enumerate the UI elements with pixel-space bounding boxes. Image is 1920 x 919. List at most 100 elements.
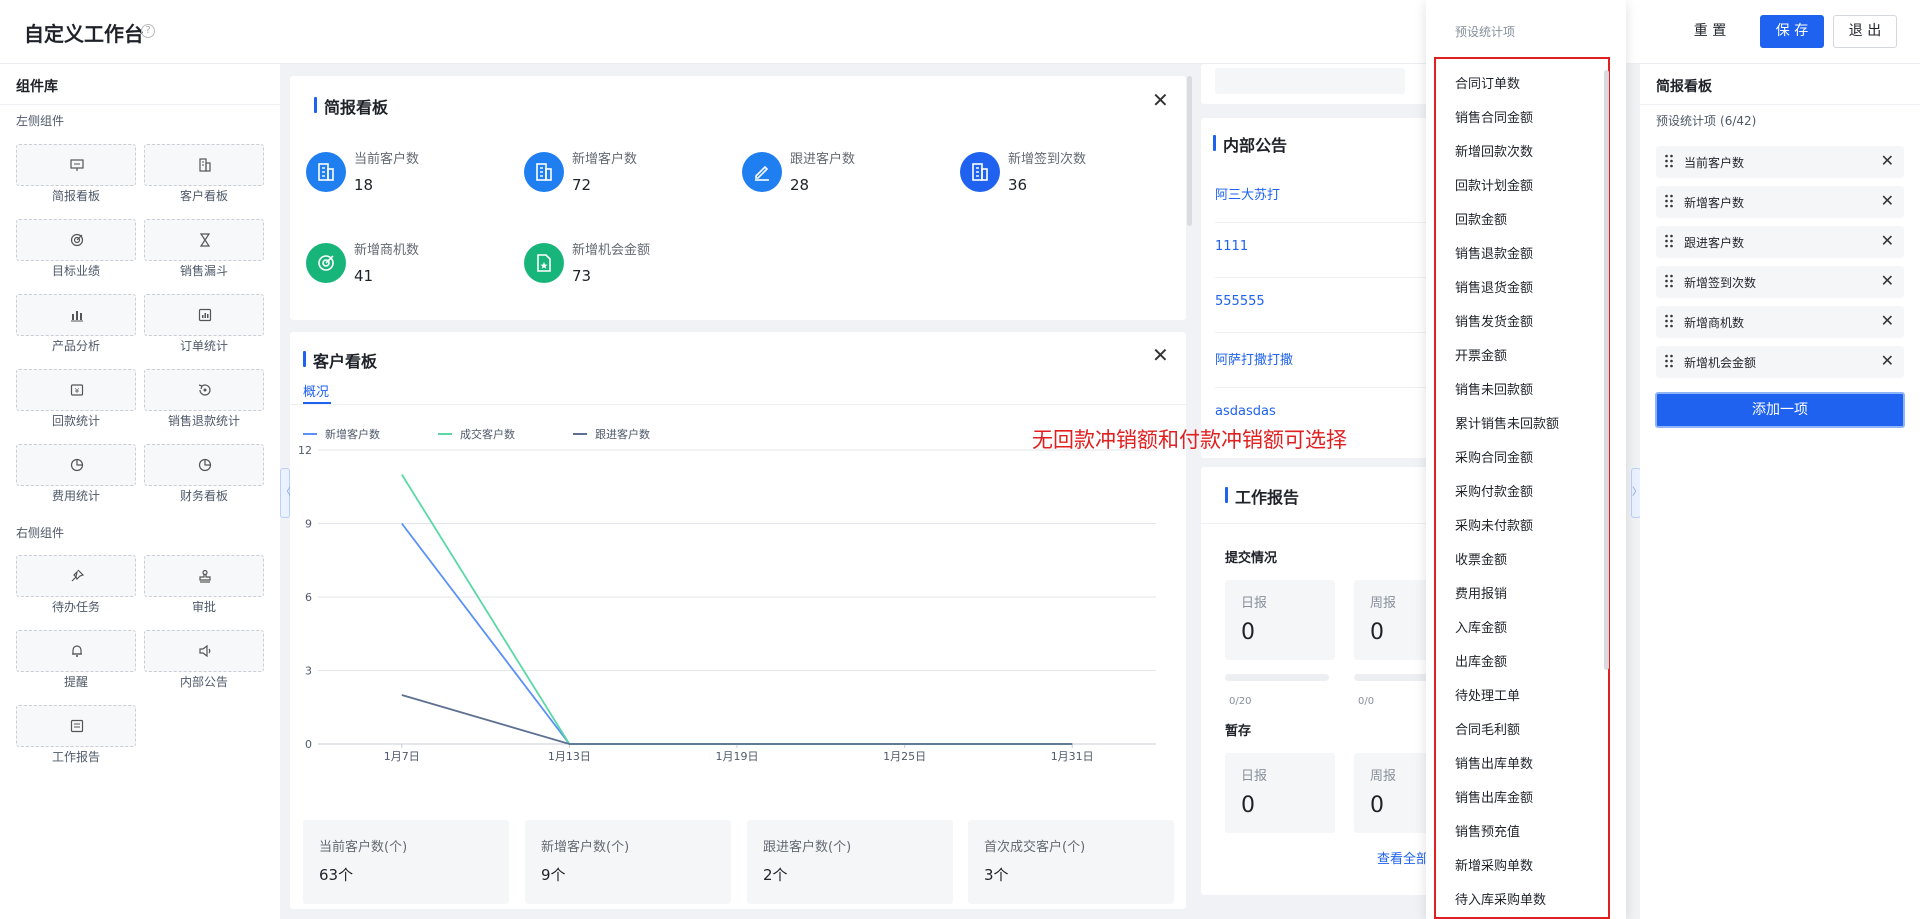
notice-link[interactable]: 555555 (1215, 294, 1265, 309)
stat-label: 跟进客户数 (790, 152, 856, 167)
notice-link[interactable]: asdasdas (1215, 404, 1276, 419)
selected-stat-item[interactable]: 新增机会金额 ✕ (1656, 346, 1904, 378)
remove-icon[interactable]: ✕ (1881, 231, 1894, 250)
briefing-board-title: 简报看板 (314, 94, 388, 118)
dropdown-option[interactable]: 销售出库金额 (1455, 787, 1533, 806)
add-item-button[interactable]: 添加一项 (1655, 392, 1905, 428)
work-report-card[interactable]: 工作报告 提交情况 日报 0 周报 0 0/20 0/0 暂存 日报 0 周报 … (1201, 467, 1464, 895)
notice-link[interactable]: 阿萨打撒打撒 (1215, 349, 1293, 368)
briefing-board-card[interactable]: 简报看板 ✕ 当前客户数 18 新增客户数 72 跟进客户数 28 新增签到次数… (290, 76, 1186, 320)
divider (0, 104, 280, 105)
dropdown-option[interactable]: 销售预充值 (1455, 821, 1520, 840)
drag-handle-icon[interactable] (1664, 234, 1674, 248)
dropdown-option[interactable]: 采购合同金额 (1455, 447, 1533, 466)
component-order-statistics[interactable] (144, 294, 264, 336)
component-todo-tasks[interactable] (16, 555, 136, 597)
selected-stat-item[interactable]: 新增商机数 ✕ (1656, 306, 1904, 338)
component-payment-statistics[interactable]: ¥ (16, 369, 136, 411)
target-icon (70, 233, 84, 247)
component-product-analysis[interactable] (16, 294, 136, 336)
dropdown-scrollbar[interactable] (1604, 70, 1609, 670)
component-sales-refund-statistics[interactable] (144, 369, 264, 411)
component-expense-statistics[interactable] (16, 444, 136, 486)
component-finance-board[interactable] (144, 444, 264, 486)
selected-stat-item[interactable]: 跟进客户数 ✕ (1656, 226, 1904, 258)
dropdown-option[interactable]: 销售出库单数 (1455, 753, 1533, 772)
drag-handle-icon[interactable] (1664, 314, 1674, 328)
dropdown-option[interactable]: 入库金额 (1455, 617, 1507, 636)
preset-stats-dropdown[interactable]: 预设统计项 合同订单数 销售合同金额 新增回款次数 回款计划金额 回款金额 销售退款金额销… (1426, 0, 1626, 919)
dropdown-option[interactable]: 销售未回款额 (1455, 379, 1533, 398)
pin-icon (71, 569, 84, 582)
component-library-title: 组件库 (16, 79, 58, 95)
dropdown-option[interactable]: 销售合同金额 (1455, 107, 1533, 126)
x-tick-label: 1月31日 (1051, 750, 1094, 763)
reset-button[interactable]: 重 置 (1682, 15, 1738, 48)
component-approval[interactable] (144, 555, 264, 597)
dropdown-option[interactable]: 合同订单数 (1455, 73, 1520, 92)
notice-link[interactable]: 1111 (1215, 239, 1248, 254)
internal-notice-card[interactable]: 内部公告 阿三大苏打 1111 555555 阿萨打撒打撒 asdasdas (1201, 118, 1435, 458)
dropdown-option[interactable]: 销售发货金额 (1455, 311, 1533, 330)
dropdown-option[interactable]: 合同毛利额 (1455, 719, 1520, 738)
dropdown-option[interactable]: 待入库采购单数 (1455, 889, 1546, 908)
drag-handle-icon[interactable] (1664, 154, 1674, 168)
document-star-icon (537, 254, 551, 272)
remove-icon[interactable]: ✕ (1881, 191, 1894, 210)
drag-handle-icon[interactable] (1664, 354, 1674, 368)
dropdown-option[interactable]: 开票金额 (1455, 345, 1507, 364)
component-briefing-board[interactable] (16, 144, 136, 186)
draft-daily-box[interactable]: 日报 0 (1225, 753, 1335, 833)
dropdown-option[interactable]: 累计销售未回款额 (1455, 413, 1559, 432)
selected-stat-item[interactable]: 新增客户数 ✕ (1656, 186, 1904, 218)
preset-stats-count: (6/42) (1720, 114, 1757, 128)
remove-icon[interactable]: ✕ (1881, 311, 1894, 330)
component-customer-board[interactable] (144, 144, 264, 186)
dropdown-option[interactable]: 采购付款金额 (1455, 481, 1533, 500)
selected-stat-item[interactable]: 新增签到次数 ✕ (1656, 266, 1904, 298)
help-icon[interactable]: ? (141, 24, 155, 38)
close-icon[interactable]: ✕ (1152, 345, 1169, 365)
summary-label: 当前客户数(个) (319, 840, 408, 855)
dropdown-option[interactable]: 回款计划金额 (1455, 175, 1533, 194)
summary-box: 新增客户数(个) 9个 (525, 820, 731, 904)
view-all-link[interactable]: 查看全部 (1377, 848, 1429, 867)
dropdown-option[interactable]: 回款金额 (1455, 209, 1507, 228)
component-reminder[interactable] (16, 630, 136, 672)
component-internal-notice[interactable] (144, 630, 264, 672)
customer-board-card[interactable]: 客户看板 ✕ 概况 新增客户数 成交客户数 跟进客户数 0 3 6 9 12 1月7日 1月13日… (290, 332, 1186, 909)
notice-link[interactable]: 阿三大苏打 (1215, 184, 1280, 203)
red-annotation-text: 无回款冲销额和付款冲销额可选择 (1032, 428, 1347, 452)
tab-overview[interactable]: 概况 (303, 381, 329, 400)
dropdown-option[interactable]: 销售退货金额 (1455, 277, 1533, 296)
exit-button[interactable]: 退 出 (1833, 15, 1897, 48)
drag-handle-icon[interactable] (1664, 194, 1674, 208)
collapse-left-handle[interactable]: 〈 (280, 468, 291, 518)
report-weekly-label: 周报 (1370, 769, 1397, 784)
component-work-report[interactable] (16, 705, 136, 747)
dropdown-option[interactable]: 新增采购单数 (1455, 855, 1533, 874)
save-button[interactable]: 保 存 (1760, 15, 1824, 48)
dropdown-option[interactable]: 待处理工单 (1455, 685, 1520, 704)
component-target-performance[interactable] (16, 219, 136, 261)
remove-icon[interactable]: ✕ (1881, 351, 1894, 370)
report-daily-box[interactable]: 日报 0 (1225, 580, 1335, 660)
dropdown-option[interactable]: 新增回款次数 (1455, 141, 1533, 160)
dropdown-option[interactable]: 费用报销 (1455, 583, 1507, 602)
component-sales-funnel[interactable] (144, 219, 264, 261)
dropdown-option[interactable]: 销售退款金额 (1455, 243, 1533, 262)
dropdown-option[interactable]: 出库金额 (1455, 651, 1507, 670)
dropdown-option[interactable]: 收票金额 (1455, 549, 1507, 568)
dropdown-option[interactable]: 采购未付款额 (1455, 515, 1533, 534)
pie-icon (198, 458, 212, 472)
drag-handle-icon[interactable] (1664, 274, 1674, 288)
stamp-icon (199, 569, 211, 583)
selected-stat-item[interactable]: 当前客户数 ✕ (1656, 146, 1904, 178)
summary-value: 9个 (541, 866, 566, 884)
summary-label: 首次成交客户(个) (984, 840, 1086, 855)
scrollbar-thumb[interactable] (1187, 76, 1192, 226)
close-icon[interactable]: ✕ (1152, 90, 1169, 110)
remove-icon[interactable]: ✕ (1881, 271, 1894, 290)
component-label: 提醒 (63, 675, 88, 689)
remove-icon[interactable]: ✕ (1881, 151, 1894, 170)
